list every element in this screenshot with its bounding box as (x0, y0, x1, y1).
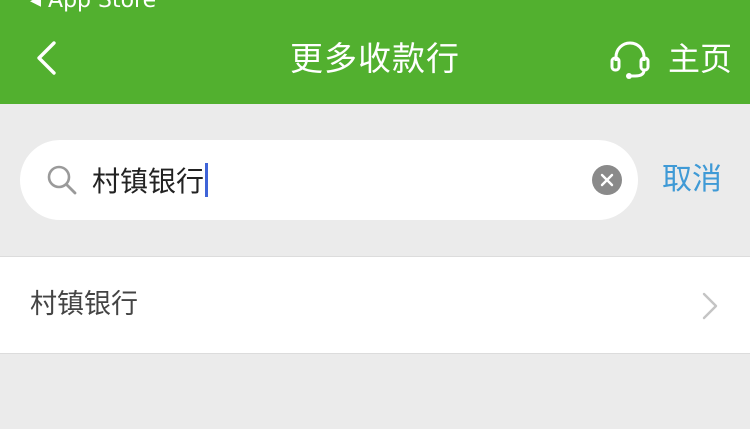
back-to-app-store-link[interactable]: ◂ App Store (30, 0, 156, 12)
clear-icon (600, 173, 614, 187)
home-button[interactable]: 主页 (608, 36, 732, 82)
chevron-right-icon (702, 292, 718, 320)
text-caret (205, 163, 209, 197)
clear-search-button[interactable] (592, 165, 622, 195)
navigation-bar: ◂ App Store 更多收款行 主页 (0, 0, 750, 104)
headset-icon (608, 37, 652, 81)
cancel-button[interactable]: 取消 (662, 160, 722, 200)
list-item[interactable]: 村镇银行 (0, 257, 750, 353)
result-list: 村镇银行 (0, 256, 750, 354)
home-label: 主页 (668, 40, 733, 78)
search-area: 村镇银行 取消 (0, 104, 750, 256)
search-input[interactable]: 村镇银行 (92, 160, 572, 200)
list-item-label: 村镇银行 (30, 289, 138, 320)
search-box[interactable]: 村镇银行 (20, 140, 638, 220)
search-input-value: 村镇银行 (92, 165, 205, 198)
search-icon (47, 165, 77, 195)
